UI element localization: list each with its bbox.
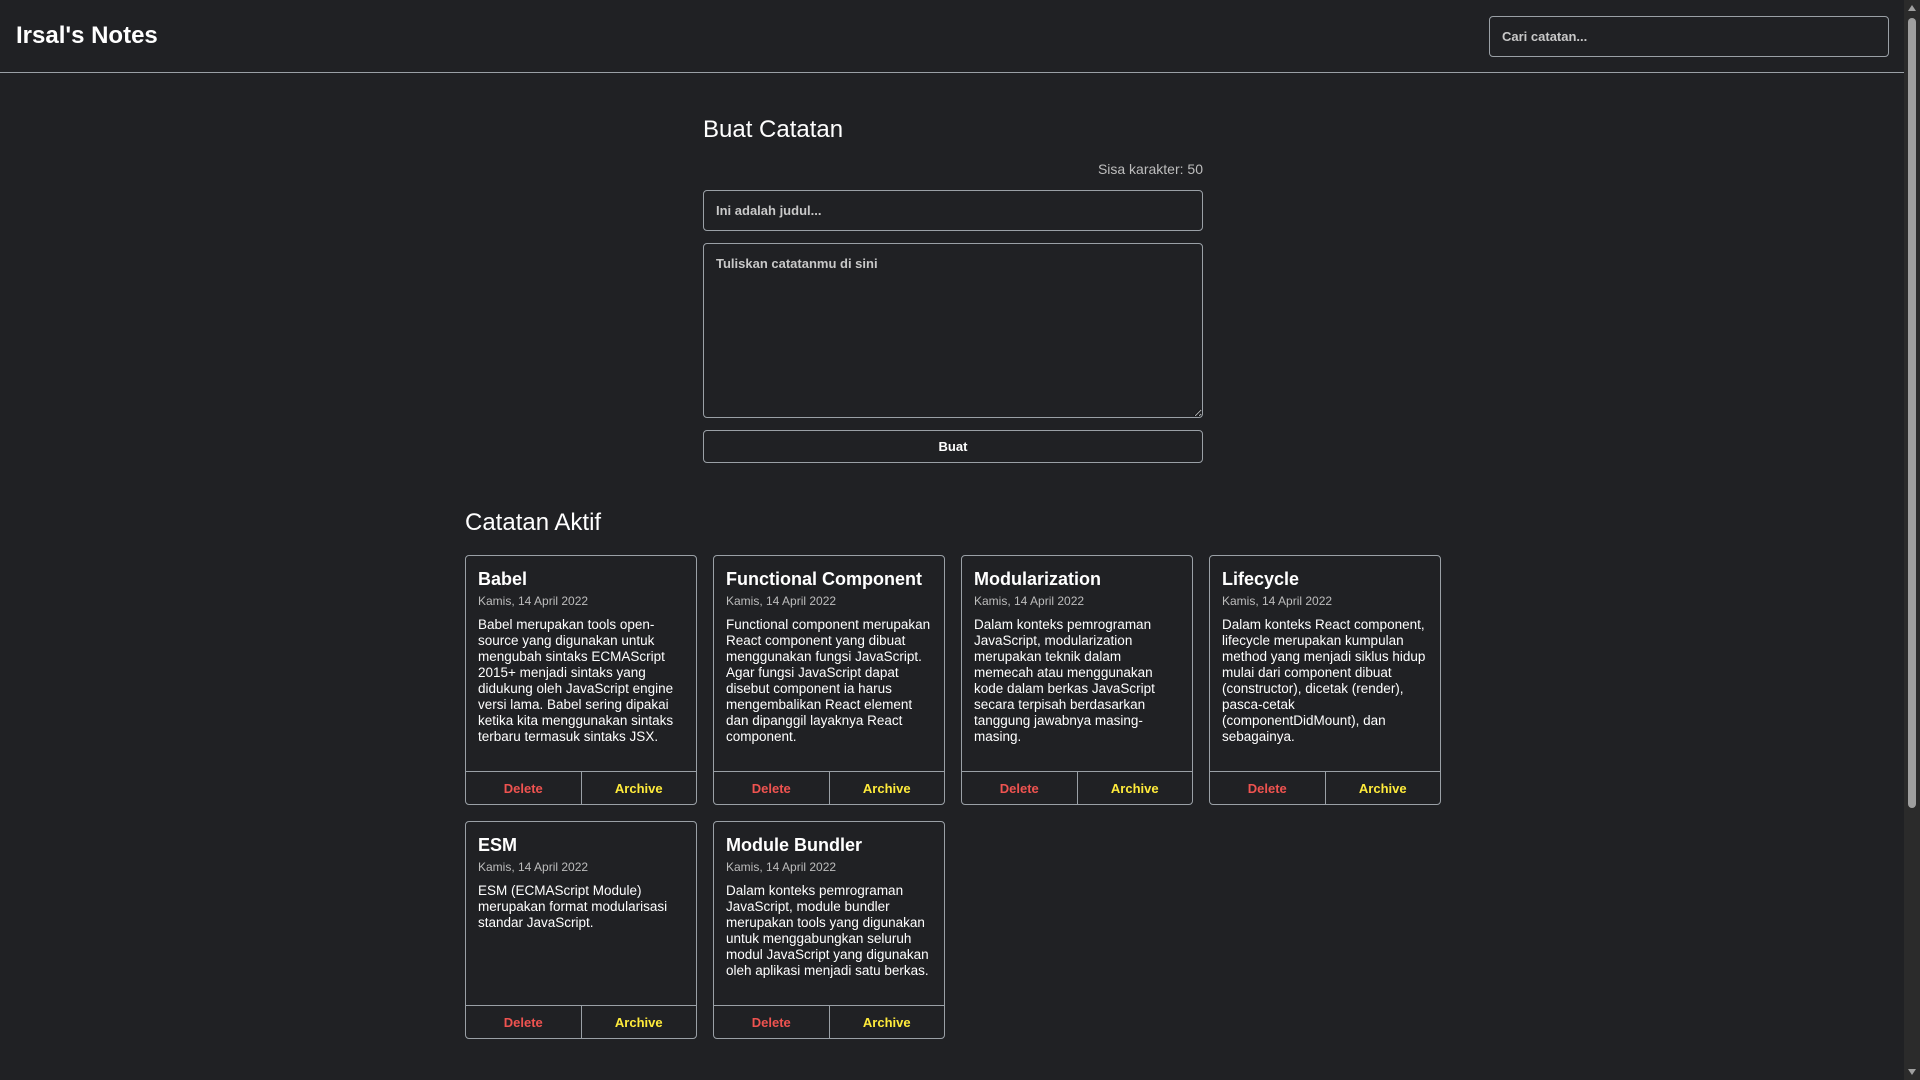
active-notes-heading: Catatan Aktif [465, 509, 602, 536]
note-card: Module Bundler Kamis, 14 April 2022 Dala… [713, 821, 945, 1039]
delete-button[interactable]: Delete [466, 1006, 582, 1038]
note-card: ESM Kamis, 14 April 2022 ESM (ECMAScript… [465, 821, 697, 1039]
note-card: Modularization Kamis, 14 April 2022 Dala… [961, 555, 1193, 805]
note-title: Lifecycle [1222, 569, 1300, 589]
note-title: Functional Component [726, 569, 922, 589]
vertical-scrollbar[interactable] [1904, 0, 1920, 1080]
note-body: Babel merupakan tools open-source yang d… [478, 617, 674, 744]
char-remaining-counter: Sisa karakter: 50 [1097, 161, 1203, 177]
note-date: Kamis, 14 April 2022 [974, 594, 1085, 608]
note-title: ESM [478, 835, 518, 855]
create-note-button[interactable]: Buat [703, 430, 1203, 463]
note-actions: Delete Archive [962, 771, 1192, 804]
note-card: Babel Kamis, 14 April 2022 Babel merupak… [465, 555, 697, 805]
note-date: Kamis, 14 April 2022 [726, 594, 837, 608]
create-note-form: Buat Catatan Sisa karakter: 50 Buat [703, 114, 1203, 463]
archive-button[interactable]: Archive [582, 772, 697, 804]
note-body-textarea[interactable] [703, 243, 1203, 418]
note-date: Kamis, 14 April 2022 [478, 594, 589, 608]
delete-button[interactable]: Delete [962, 772, 1078, 804]
note-content: Babel Kamis, 14 April 2022 Babel merupak… [466, 556, 696, 771]
archive-button[interactable]: Archive [1326, 772, 1441, 804]
note-actions: Delete Archive [714, 771, 944, 804]
note-content: Module Bundler Kamis, 14 April 2022 Dala… [714, 822, 944, 1005]
note-title: Modularization [974, 569, 1101, 589]
app-page: Irsal's Notes Buat Catatan Sisa karakter… [0, 0, 1920, 1080]
app-header: Irsal's Notes [0, 0, 1904, 73]
note-content: Lifecycle Kamis, 14 April 2022 Dalam kon… [1210, 556, 1440, 771]
search-input[interactable] [1489, 16, 1889, 57]
note-date: Kamis, 14 April 2022 [726, 860, 837, 874]
archive-button[interactable]: Archive [582, 1006, 697, 1038]
note-title-input[interactable] [703, 190, 1203, 231]
archive-button[interactable]: Archive [830, 772, 945, 804]
note-actions: Delete Archive [466, 1005, 696, 1038]
note-actions: Delete Archive [466, 771, 696, 804]
note-body: Functional component merupakan React com… [726, 617, 931, 744]
notes-grid: Babel Kamis, 14 April 2022 Babel merupak… [465, 555, 1445, 1039]
note-title: Babel [478, 569, 528, 589]
note-actions: Delete Archive [1210, 771, 1440, 804]
note-body: ESM (ECMAScript Module) merupakan format… [478, 883, 668, 930]
note-date: Kamis, 14 April 2022 [478, 860, 589, 874]
archive-button[interactable]: Archive [1078, 772, 1193, 804]
note-body: Dalam konteks pemrograman JavaScript, mo… [726, 883, 929, 978]
note-card: Lifecycle Kamis, 14 April 2022 Dalam kon… [1209, 555, 1441, 805]
note-content: Functional Component Kamis, 14 April 202… [714, 556, 944, 771]
note-content: Modularization Kamis, 14 April 2022 Dala… [962, 556, 1192, 771]
scroll-up-arrow-icon[interactable] [1908, 5, 1916, 11]
delete-button[interactable]: Delete [714, 1006, 830, 1038]
note-body: Dalam konteks pemrograman JavaScript, mo… [974, 617, 1155, 744]
note-actions: Delete Archive [714, 1005, 944, 1038]
delete-button[interactable]: Delete [1210, 772, 1326, 804]
app-title: Irsal's Notes [16, 22, 158, 49]
delete-button[interactable]: Delete [466, 772, 582, 804]
note-date: Kamis, 14 April 2022 [1222, 594, 1333, 608]
note-title: Module Bundler [726, 835, 862, 855]
delete-button[interactable]: Delete [714, 772, 830, 804]
scroll-down-arrow-icon[interactable] [1908, 1069, 1916, 1075]
note-card: Functional Component Kamis, 14 April 202… [713, 555, 945, 805]
form-title: Buat Catatan [703, 116, 844, 143]
active-notes-section: Catatan Aktif Babel Kamis, 14 April 2022… [465, 507, 1445, 1039]
archive-button[interactable]: Archive [830, 1006, 945, 1038]
scrollbar-thumb[interactable] [1908, 18, 1916, 808]
note-content: ESM Kamis, 14 April 2022 ESM (ECMAScript… [466, 822, 696, 1005]
note-body: Dalam konteks React component, lifecycle… [1222, 617, 1426, 744]
